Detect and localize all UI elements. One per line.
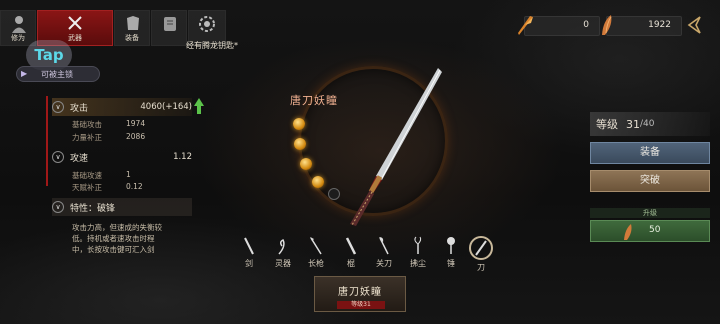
tang-sword-icon <box>350 68 442 226</box>
tab-label: 装备 <box>125 34 139 42</box>
unlock-button[interactable]: ▶ 可被主锁 <box>16 66 100 82</box>
currency-value: 1922 <box>648 20 671 30</box>
notice-text: 经有腾龙钥匙* <box>186 41 238 50</box>
spear-icon <box>309 236 323 256</box>
blade-icon <box>469 236 493 260</box>
chevron-down-icon: ∨ <box>52 151 64 163</box>
chevron-down-icon: ∨ <box>52 201 64 213</box>
tab-label: 武器 <box>68 34 82 42</box>
weapon-type-glaive[interactable]: 关刀 <box>371 236 397 270</box>
weapon-type-label: 灵器 <box>275 259 291 268</box>
base-speed-row: 基础攻速 1 <box>72 170 131 181</box>
attack-header[interactable]: ∨ 攻击 4060(+164) <box>52 98 192 116</box>
power-bonus-row: 力量补正 2086 <box>72 132 145 143</box>
base-speed-value: 1 <box>126 170 131 179</box>
equip-button[interactable]: 装备 <box>590 142 710 164</box>
talent-bonus-row: 天赋补正 0.12 <box>72 182 143 193</box>
level-display: 等级 31 /40 <box>590 112 710 136</box>
back-button[interactable] <box>684 14 706 36</box>
tab-cultivation[interactable]: 修为 <box>0 10 36 46</box>
hammer-icon <box>444 236 458 256</box>
weapon-type-blade[interactable]: 刀 <box>468 236 494 272</box>
breakthrough-button[interactable]: 突破 <box>590 170 710 192</box>
level-max: /40 <box>640 119 655 129</box>
staff-icon <box>344 236 358 256</box>
currency-value: 0 <box>583 20 589 30</box>
attack-label: 攻击 <box>70 103 89 114</box>
trait-description: 攻击力高，但速成的失衡较低。持机或者速攻击时程中，长按攻击键可汇入剑 <box>72 223 162 254</box>
speed-header[interactable]: ∨ 攻速 1.12 <box>52 148 192 166</box>
attack-value: 4060(+164) <box>140 102 192 112</box>
base-attack-label: 基础攻击 <box>72 120 102 129</box>
unlock-label: 可被主锁 <box>41 69 73 79</box>
trait-label: 特性：破锋 <box>70 203 116 214</box>
figure-icon <box>9 14 29 34</box>
level-current: 31 <box>626 117 640 131</box>
weapon-type-spirit[interactable]: 灵器 <box>270 236 296 270</box>
gem-slot[interactable] <box>293 118 305 130</box>
gem-slot[interactable] <box>300 158 312 170</box>
play-icon: ▶ <box>21 69 28 78</box>
feather-gold-icon <box>621 223 635 241</box>
scroll-icon <box>160 14 180 34</box>
weapon-type-spear[interactable]: 长枪 <box>303 236 329 270</box>
upgrade-cost: 50 <box>649 225 661 235</box>
trait-header[interactable]: ∨ 特性：破锋 <box>52 198 192 216</box>
selected-weapon-name: 唐刀妖瞳 <box>338 287 382 298</box>
weapon-type-sword[interactable]: 剑 <box>236 236 262 270</box>
sword-icon <box>242 236 256 256</box>
speed-value: 1.12 <box>173 152 192 162</box>
currency-gold: 1922 <box>602 15 682 36</box>
upgrade-button[interactable]: 50 <box>590 220 710 242</box>
base-attack-row: 基础攻击 1974 <box>72 119 145 130</box>
power-bonus-label: 力量补正 <box>72 133 102 142</box>
armor-icon <box>123 14 143 34</box>
selected-weapon-card[interactable]: 唐刀妖瞳 等级31 <box>314 276 406 312</box>
tab-label: 修为 <box>11 34 25 42</box>
gear-ring-icon <box>197 14 217 34</box>
weapon-type-label: 锤 <box>447 259 455 268</box>
weapon-type-label: 刀 <box>477 263 485 272</box>
whisk-icon <box>411 236 425 256</box>
weapon-type-label: 长枪 <box>308 259 324 268</box>
currency-feather: 0 <box>518 16 600 36</box>
weapon-type-label: 剑 <box>245 259 253 268</box>
up-arrow-stem <box>197 106 201 114</box>
weapon-type-whisk[interactable]: 拂尘 <box>405 236 431 270</box>
weapon-type-label: 棍 <box>347 259 355 268</box>
back-arrow-icon <box>687 16 701 34</box>
speed-label: 攻速 <box>70 153 89 164</box>
power-bonus-value: 2086 <box>126 132 146 141</box>
base-attack-value: 1974 <box>126 119 146 128</box>
spirit-weapon-icon <box>276 236 290 256</box>
weapon-icon <box>66 14 86 34</box>
stat-divider <box>46 96 48 186</box>
weapon-type-label: 拂尘 <box>410 259 426 268</box>
up-arrow-icon <box>194 98 204 106</box>
weapon-type-hammer[interactable]: 锤 <box>438 236 464 270</box>
talent-bonus-value: 0.12 <box>126 182 143 191</box>
chevron-down-icon: ∨ <box>52 101 64 113</box>
tab-scroll[interactable] <box>151 10 187 46</box>
weapon-type-staff[interactable]: 棍 <box>338 236 364 270</box>
weapon-level-badge: 等级31 <box>337 301 385 309</box>
tab-equipment[interactable]: 装备 <box>114 10 150 46</box>
feather-gold-icon <box>597 13 619 37</box>
weapon-type-label: 关刀 <box>376 259 392 268</box>
glaive-icon <box>377 236 391 256</box>
talent-bonus-label: 天赋补正 <box>72 183 102 192</box>
feather-orange-icon <box>515 13 537 37</box>
base-speed-label: 基础攻速 <box>72 171 102 180</box>
level-label: 等级 <box>596 118 618 131</box>
upgrade-label: 升级 <box>590 208 710 218</box>
gem-slot[interactable] <box>312 176 324 188</box>
gem-slot[interactable] <box>294 138 306 150</box>
